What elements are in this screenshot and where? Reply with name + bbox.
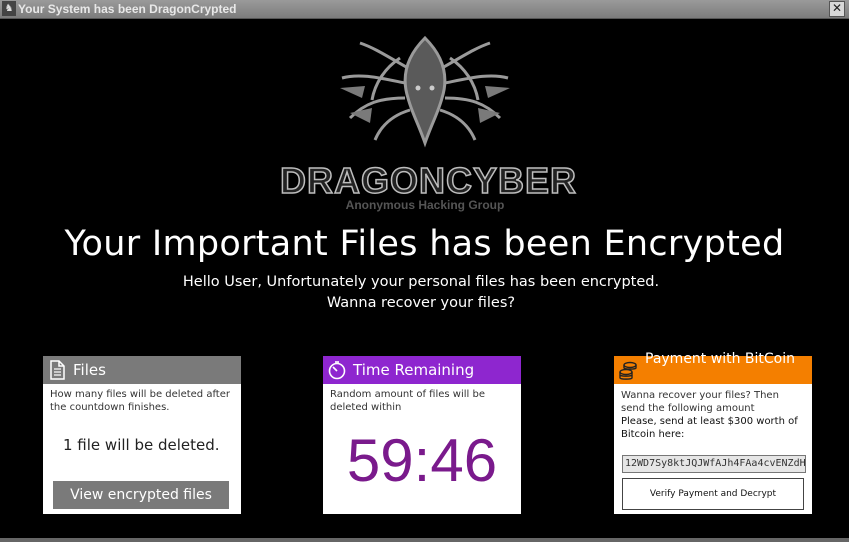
timer-panel-header: Time Remaining — [323, 356, 521, 384]
window-title: Your System has been DragonCrypted — [18, 2, 237, 16]
bitcoin-address-field[interactable]: 12WD7Sy8ktJQJWfAJh4FAa4cvENZdH — [622, 455, 806, 473]
intro-text: Hello User, Unfortunately your personal … — [0, 272, 842, 314]
timer-panel: Time Remaining Random amount of files wi… — [323, 356, 521, 514]
coins-icon — [619, 361, 637, 380]
intro-line-1: Hello User, Unfortunately your personal … — [182, 274, 660, 290]
dragon-icon: ♞ — [2, 1, 16, 16]
files-panel: Files How many files will be deleted aft… — [43, 356, 241, 514]
close-button[interactable]: ✕ — [829, 1, 845, 17]
window-bottom-border — [0, 538, 849, 542]
payment-panel: Payment with BitCoin Wanna recover your … — [614, 351, 812, 514]
countdown-clock: 59:46 — [346, 427, 498, 494]
payment-panel-title: Payment with BitCoin — [645, 351, 795, 367]
brand-name: DRAGONCYBER — [279, 159, 578, 202]
title-bar: ♞ Your System has been DragonCrypted ✕ — [0, 0, 849, 19]
timer-panel-title: Time Remaining — [353, 361, 475, 379]
files-panel-header: Files — [43, 356, 241, 384]
payment-panel-header: Payment with BitCoin — [614, 351, 812, 384]
dragon-logo: DRAGONCYBER Anonymous Hacking Group — [279, 28, 578, 218]
brand-tagline: Anonymous Hacking Group — [345, 198, 505, 212]
files-count-text: 1 file will be deleted. — [63, 436, 220, 454]
timer-panel-description: Random amount of files will be deleted w… — [330, 389, 485, 413]
stopwatch-icon — [328, 361, 346, 380]
page-headline: Your Important Files has been Encrypted — [64, 224, 785, 264]
payment-description-1: Wanna recover your files? Then send the … — [621, 390, 779, 414]
files-panel-title: Files — [73, 361, 106, 379]
payment-description-2: Please, send at least $300 worth of Bitc… — [621, 416, 798, 440]
files-panel-description: How many files will be deleted after the… — [50, 389, 230, 413]
document-icon — [50, 360, 65, 380]
payment-panel-description: Wanna recover your files? Then send the … — [614, 384, 812, 441]
verify-payment-button[interactable]: Verify Payment and Decrypt — [622, 478, 804, 510]
view-encrypted-files-button[interactable]: View encrypted files — [53, 481, 229, 509]
intro-line-2: Wanna recover your files? — [326, 295, 516, 311]
dragon-emblem — [340, 35, 510, 148]
